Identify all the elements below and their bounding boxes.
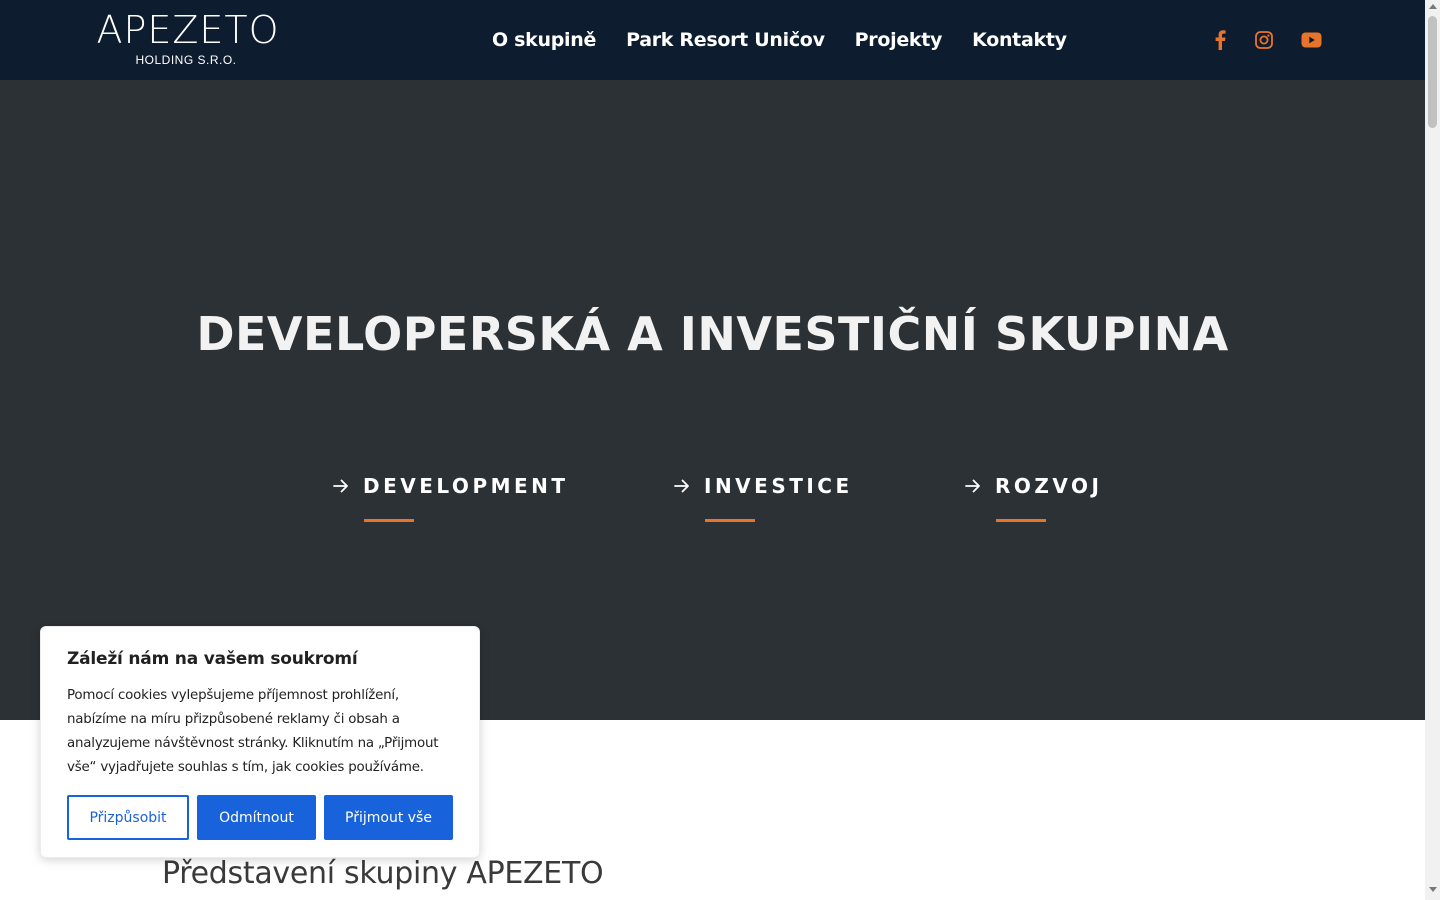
accept-all-button[interactable]: Přijmout vše [324,795,453,840]
pillar-label: DEVELOPMENT [363,474,569,498]
nav-item-kontakty[interactable]: Kontakty [972,29,1067,51]
youtube-icon[interactable] [1299,28,1323,52]
section-title: Představení skupiny APEZETO [162,856,604,891]
arrow-right-icon [965,477,983,495]
hero-section: DEVELOPERSKÁ A INVESTIČNÍ SKUPINA DEVELO… [0,80,1425,720]
scroll-down-icon[interactable] [1429,887,1437,892]
pillar-rozvoj[interactable]: ROZVOJ [965,472,1102,532]
logo-wordmark: APEZETO [96,8,280,52]
pillar-label: INVESTICE [704,474,853,498]
site-header: APEZETO HOLDING S.R.O. O skupině Park Re… [0,0,1425,80]
hero-title: DEVELOPERSKÁ A INVESTIČNÍ SKUPINA [196,307,1229,361]
reject-button[interactable]: Odmítnout [197,795,316,840]
scroll-up-icon[interactable] [1429,4,1437,9]
logo-subtitle: HOLDING S.R.O. [135,53,237,67]
nav-item-o-skupine[interactable]: O skupině [492,29,596,51]
instagram-icon[interactable] [1252,28,1276,52]
main-nav: O skupině Park Resort Uničov Projekty Ko… [492,0,1097,80]
scroll-thumb[interactable] [1428,16,1437,128]
pillar-label: ROZVOJ [995,474,1103,498]
company-logo[interactable]: APEZETO HOLDING S.R.O. [88,10,288,70]
cookie-text: Pomocí cookies vylepšujeme příjemnost pr… [67,688,439,775]
arrow-right-icon [333,477,351,495]
cookie-consent-dialog: Záleží nám na vašem soukromí Pomocí cook… [40,626,480,858]
customize-button[interactable]: Přizpůsobit [67,795,189,840]
pillar-development[interactable]: DEVELOPMENT [333,472,569,532]
pillar-underline [705,519,755,522]
nav-item-park-resort[interactable]: Park Resort Uničov [626,29,825,51]
pillar-underline [996,519,1046,522]
pillar-underline [364,519,414,522]
facebook-icon[interactable] [1208,28,1232,52]
arrow-right-icon [674,477,692,495]
cookie-title: Záleží nám na vašem soukromí [67,649,358,669]
nav-item-projekty[interactable]: Projekty [855,29,943,51]
pillar-investice[interactable]: INVESTICE [674,472,853,532]
page-scrollbar[interactable] [1425,0,1440,900]
